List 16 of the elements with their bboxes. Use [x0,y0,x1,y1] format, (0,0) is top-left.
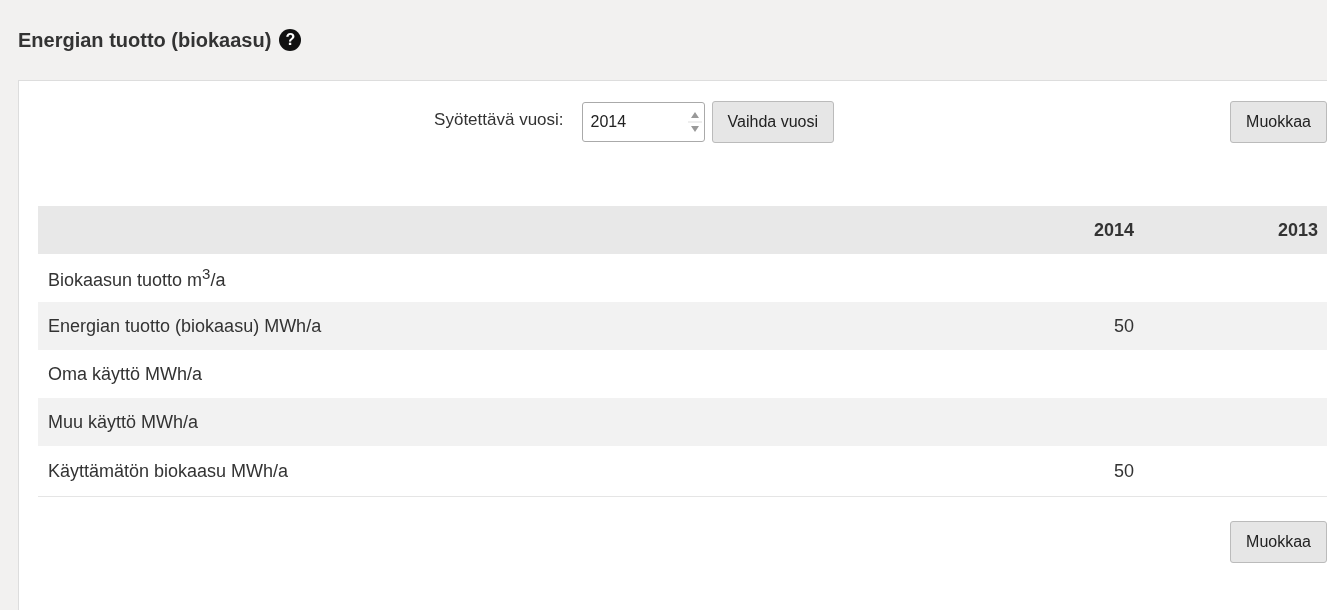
column-header: 2014 [960,206,1144,254]
year-label: Syötettävä vuosi: [434,110,564,130]
row-label: Biokaasun tuotto m$^{3}$/a [38,254,960,302]
row-label: Oma käyttö MWh/a [38,350,960,398]
edit-button[interactable]: Muokkaa [1230,521,1327,563]
change-year-button[interactable]: Vaihda vuosi [711,101,834,143]
table-cell: 50 [960,446,1144,497]
table-cell: 50 [960,302,1144,350]
help-icon[interactable]: ? [279,29,302,51]
edit-button[interactable]: Muokkaa [1230,101,1327,143]
row-label: Muu käyttö MWh/a [38,398,960,446]
page-title: Energian tuotto (biokaasu) [18,28,272,52]
row-label: Käyttämätön biokaasu MWh/a [38,446,960,497]
column-header: 2013 [1144,206,1327,254]
row-label: Energian tuotto (biokaasu) MWh/a [38,302,960,350]
year-input[interactable]: 2014 [581,102,705,142]
